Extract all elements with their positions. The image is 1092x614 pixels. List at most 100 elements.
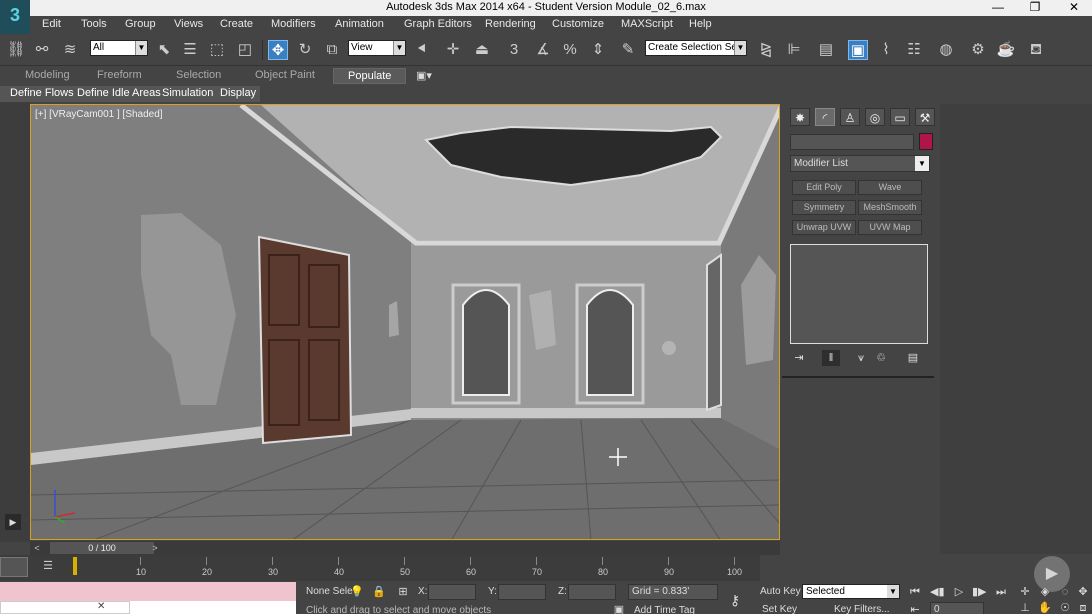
time-tag-icon[interactable]: ▣: [612, 603, 626, 614]
display-tab-icon[interactable]: ▭: [890, 108, 910, 126]
create-tab-icon[interactable]: ✸: [790, 108, 810, 126]
render-setup-icon[interactable]: ⚙: [968, 40, 988, 60]
taskbar-thumbnail[interactable]: ✕: [0, 601, 130, 614]
key-selection-select[interactable]: Selected ▼: [802, 584, 900, 599]
align-icon[interactable]: ⊫: [784, 40, 804, 60]
meshsmooth-button[interactable]: MeshSmooth: [858, 200, 922, 215]
key-mode-toggle-icon[interactable]: ⇤: [908, 603, 922, 614]
material-editor-icon[interactable]: ◍: [936, 40, 956, 60]
modifier-stack[interactable]: [790, 244, 928, 344]
viewport[interactable]: [+] [VRayCam001 ] [Shaded]: [30, 104, 780, 540]
uvw-map-button[interactable]: UVW Map: [858, 220, 922, 235]
go-to-start-icon[interactable]: ⏮: [908, 585, 922, 599]
maximize-button[interactable]: ❐: [1015, 0, 1055, 16]
modifier-list-select[interactable]: Modifier List ▼: [790, 155, 930, 172]
edit-named-selection-icon[interactable]: ✎: [618, 40, 638, 60]
tab-selection[interactable]: Selection: [176, 69, 221, 81]
select-object-icon[interactable]: ⬉: [154, 40, 174, 60]
schematic-view-icon[interactable]: ☷: [904, 40, 924, 60]
current-frame-marker[interactable]: [73, 557, 77, 575]
go-to-end-icon[interactable]: ⏭: [994, 585, 1008, 599]
x-coordinate-field[interactable]: [428, 584, 476, 600]
next-frame-icon[interactable]: ▮▶: [972, 585, 987, 599]
close-button[interactable]: ✕: [1054, 0, 1092, 16]
menu-create[interactable]: Create: [220, 18, 253, 30]
time-slider-thumb[interactable]: 0 / 100: [50, 542, 154, 554]
menu-group[interactable]: Group: [125, 18, 156, 30]
scene-explorer-icon[interactable]: ▣: [848, 40, 868, 60]
menu-views[interactable]: Views: [174, 18, 203, 30]
menu-rendering[interactable]: Rendering: [485, 18, 536, 30]
ribbon-options-icon[interactable]: ▣▾: [416, 69, 432, 82]
expand-panel-icon[interactable]: ▶: [5, 514, 21, 530]
configure-modifier-sets-icon[interactable]: ▤: [904, 350, 922, 366]
app-logo-icon[interactable]: 3: [0, 0, 30, 34]
remove-modifier-icon[interactable]: ♲: [872, 350, 890, 366]
play-animation-icon[interactable]: ▷: [952, 585, 966, 599]
motion-tab-icon[interactable]: ◎: [865, 108, 885, 126]
modify-tab-icon[interactable]: ◜: [815, 108, 835, 126]
object-color-swatch[interactable]: [919, 133, 933, 150]
select-and-scale-icon[interactable]: ⧉: [322, 40, 342, 60]
arc-rotate-icon[interactable]: ☉: [1058, 601, 1072, 614]
wave-button[interactable]: Wave: [858, 180, 922, 195]
set-key-button[interactable]: Set Key: [762, 604, 797, 614]
pan-icon[interactable]: ✋: [1038, 601, 1052, 614]
symmetry-button[interactable]: Symmetry: [792, 200, 856, 215]
object-name-field[interactable]: [790, 134, 914, 150]
set-key-mode-icon[interactable]: ⚷: [728, 593, 742, 607]
selection-filter-select[interactable]: All ▼: [90, 40, 148, 56]
track-bar[interactable]: ☰ 10 20 30 40 50 60 70 80 90 100: [0, 555, 760, 581]
layer-manager-icon[interactable]: ▤: [816, 40, 836, 60]
time-slider[interactable]: < 0 / 100 >: [30, 541, 780, 555]
tab-modeling[interactable]: Modeling: [25, 69, 70, 81]
key-filters-button[interactable]: Key Filters...: [834, 604, 890, 614]
prev-frame-button[interactable]: <: [32, 541, 42, 555]
named-selection-set-select[interactable]: Create Selection Se ▼: [645, 40, 747, 56]
menu-help[interactable]: Help: [689, 18, 712, 30]
isolate-selection-icon[interactable]: 💡: [350, 585, 364, 599]
menu-tools[interactable]: Tools: [81, 18, 107, 30]
unwrap-uvw-button[interactable]: Unwrap UVW: [792, 220, 856, 235]
previous-frame-icon[interactable]: ◀▮: [930, 585, 945, 599]
select-and-move-icon[interactable]: ✥: [268, 40, 288, 60]
link-icon[interactable]: ⛓: [6, 40, 26, 60]
show-end-result-icon[interactable]: ‖: [822, 350, 840, 366]
render-production-icon[interactable]: ⛾: [1026, 40, 1046, 60]
hierarchy-tab-icon[interactable]: ♙: [840, 108, 860, 126]
auto-key-button[interactable]: Auto Key: [760, 586, 801, 597]
field-of-view-icon[interactable]: ⊥: [1018, 601, 1032, 614]
select-by-name-icon[interactable]: ☰: [180, 40, 200, 60]
current-frame-field[interactable]: 0: [930, 602, 984, 614]
lock-selection-icon[interactable]: 🔒: [372, 585, 386, 599]
menu-customize[interactable]: Customize: [552, 18, 604, 30]
maxscript-listener[interactable]: [0, 582, 296, 602]
zoom-icon[interactable]: ✛: [1018, 585, 1032, 599]
tab-populate[interactable]: Populate: [333, 68, 407, 84]
mini-curve-editor-box[interactable]: [0, 557, 28, 577]
rectangular-selection-icon[interactable]: ⬚: [207, 40, 227, 60]
edit-poly-button[interactable]: Edit Poly: [792, 180, 856, 195]
thumbnail-close-icon[interactable]: ✕: [97, 601, 105, 612]
snaps-toggle-icon[interactable]: 3: [504, 40, 524, 60]
unlink-icon[interactable]: ⚯: [32, 40, 52, 60]
spinner-snap-icon[interactable]: ⇕: [588, 40, 608, 60]
menu-edit[interactable]: Edit: [42, 18, 61, 30]
pan-view-icon[interactable]: ✥: [1076, 585, 1090, 599]
define-idle-areas-button[interactable]: Define Idle Areas: [77, 87, 161, 99]
curve-editor-icon[interactable]: ⌇: [876, 40, 896, 60]
menu-modifiers[interactable]: Modifiers: [271, 18, 316, 30]
display-button[interactable]: Display: [220, 87, 256, 99]
pivot-center-icon[interactable]: ⯇: [412, 40, 432, 60]
percent-snap-icon[interactable]: %: [560, 40, 580, 60]
bind-spacewarp-icon[interactable]: ≋: [60, 40, 80, 60]
mirror-icon[interactable]: ⧎: [756, 40, 776, 60]
window-crossing-icon[interactable]: ◰: [235, 40, 255, 60]
open-mini-curve-editor-icon[interactable]: ☰: [40, 559, 56, 575]
z-coordinate-field[interactable]: [568, 584, 616, 600]
viewport-label[interactable]: [+] [VRayCam001 ] [Shaded]: [35, 109, 163, 120]
menu-animation[interactable]: Animation: [335, 18, 384, 30]
reference-coordinate-select[interactable]: View ▼: [348, 40, 406, 56]
select-and-rotate-icon[interactable]: ↻: [295, 40, 315, 60]
tab-freeform[interactable]: Freeform: [97, 69, 142, 81]
